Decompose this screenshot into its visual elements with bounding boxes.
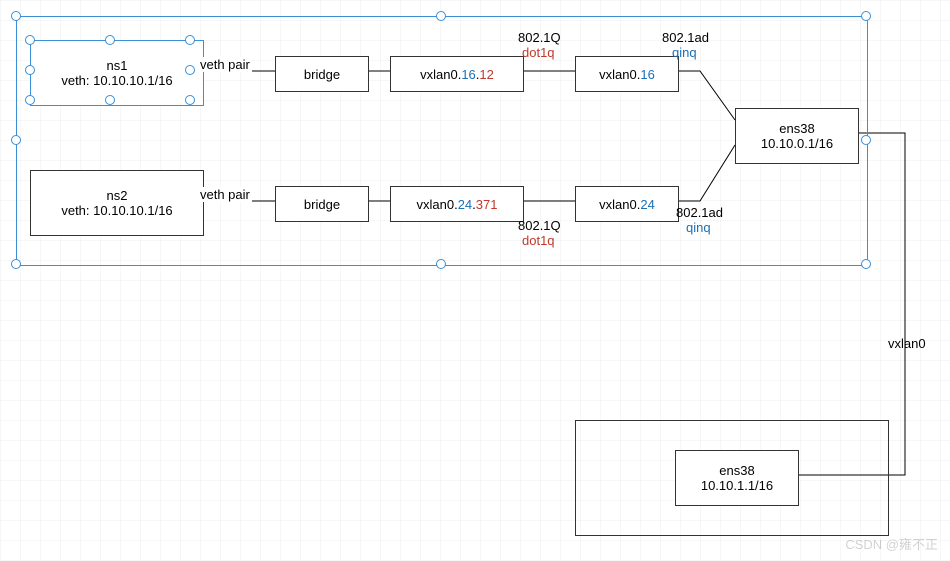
- vxlan-a-label: vxlan0.16.12: [420, 67, 494, 82]
- vxlan-d-box[interactable]: vxlan0.24: [575, 186, 679, 222]
- resize-handle-nw[interactable]: [11, 11, 21, 21]
- ns1-handle-ne[interactable]: [185, 35, 195, 45]
- ns1-title: ns1: [107, 58, 128, 73]
- ns1-handle-se[interactable]: [185, 95, 195, 105]
- resize-handle-s[interactable]: [436, 259, 446, 269]
- watermark: CSDN @雍不正: [845, 534, 938, 553]
- ens38-top-sub: 10.10.0.1/16: [761, 136, 833, 151]
- ns1-handle-n[interactable]: [105, 35, 115, 45]
- dot1q-2-line: 802.1Q: [518, 218, 561, 233]
- ns1-handle-s[interactable]: [105, 95, 115, 105]
- resize-handle-n[interactable]: [436, 11, 446, 21]
- ens38-top-title: ens38: [779, 121, 814, 136]
- ns1-sub: veth: 10.10.10.1/16: [61, 73, 172, 88]
- vxlan-d-label: vxlan0.24: [599, 197, 655, 212]
- vxlan-c-box[interactable]: vxlan0.16: [575, 56, 679, 92]
- vxlan-a-box[interactable]: vxlan0.16.12: [390, 56, 524, 92]
- vxlan-b-label: vxlan0.24.371: [417, 197, 498, 212]
- ens38-bot-box[interactable]: ens38 10.10.1.1/16: [675, 450, 799, 506]
- ns2-box[interactable]: ns2 veth: 10.10.10.1/16: [30, 170, 204, 236]
- bridge2-label: bridge: [304, 197, 340, 212]
- bridge1-label: bridge: [304, 67, 340, 82]
- resize-handle-w[interactable]: [11, 135, 21, 145]
- veth-pair-1-label: veth pair: [198, 57, 252, 72]
- resize-handle-e[interactable]: [861, 135, 871, 145]
- vxlan-c-label: vxlan0.16: [599, 67, 655, 82]
- ns1-box[interactable]: ns1 veth: 10.10.10.1/16: [30, 40, 204, 106]
- vxlan-b-box[interactable]: vxlan0.24.371: [390, 186, 524, 222]
- ns2-title: ns2: [107, 188, 128, 203]
- ns1-handle-w[interactable]: [25, 65, 35, 75]
- bridge1-box[interactable]: bridge: [275, 56, 369, 92]
- bridge2-box[interactable]: bridge: [275, 186, 369, 222]
- vxlan0-side-label: vxlan0: [888, 336, 926, 351]
- resize-handle-se[interactable]: [861, 259, 871, 269]
- ens38-bot-title: ens38: [719, 463, 754, 478]
- ens38-bot-sub: 10.10.1.1/16: [701, 478, 773, 493]
- qinq-2-line: 802.1ad: [676, 205, 723, 220]
- qinq-2-blue: qinq: [686, 220, 711, 235]
- dot1q-1-red: dot1q: [522, 45, 555, 60]
- qinq-1-line: 802.1ad: [662, 30, 709, 45]
- ns1-handle-nw[interactable]: [25, 35, 35, 45]
- ns1-handle-sw[interactable]: [25, 95, 35, 105]
- veth-pair-2-label: veth pair: [198, 187, 252, 202]
- resize-handle-sw[interactable]: [11, 259, 21, 269]
- resize-handle-ne[interactable]: [861, 11, 871, 21]
- ns2-sub: veth: 10.10.10.1/16: [61, 203, 172, 218]
- ns1-handle-e[interactable]: [185, 65, 195, 75]
- dot1q-1-line: 802.1Q: [518, 30, 561, 45]
- qinq-1-blue: qinq: [672, 45, 697, 60]
- ens38-top-box[interactable]: ens38 10.10.0.1/16: [735, 108, 859, 164]
- dot1q-2-red: dot1q: [522, 233, 555, 248]
